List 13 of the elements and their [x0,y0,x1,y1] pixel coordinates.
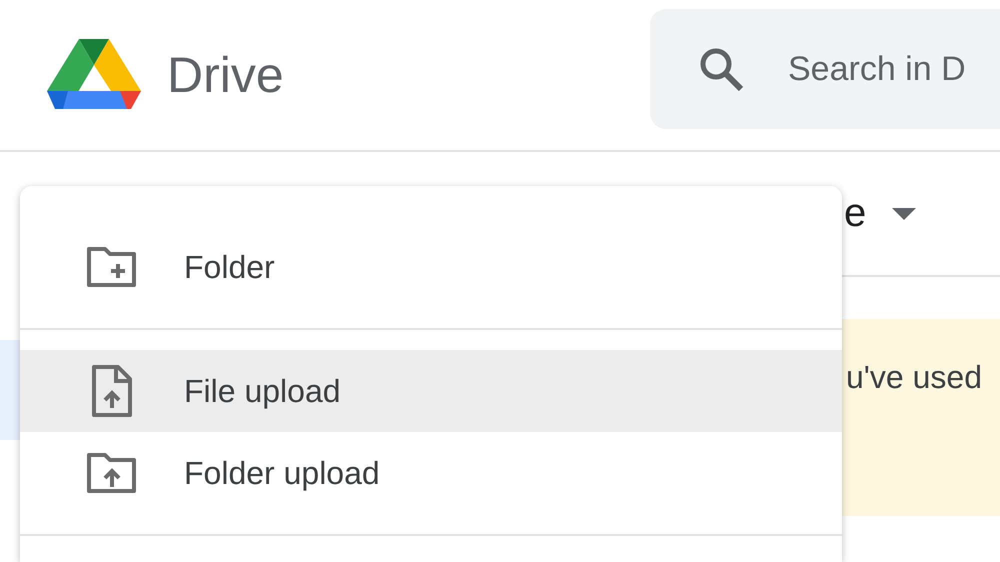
search-icon [698,46,744,92]
caret-icon[interactable] [892,208,916,220]
menu-item[interactable]: Folder [20,226,842,308]
menu-item[interactable]: File upload [20,350,842,432]
file-upload-icon [90,364,134,418]
search-field[interactable]: Search in D [788,50,988,88]
page-title: e [844,191,866,236]
banner-text: u've used [846,359,983,396]
new-folder-icon [86,245,138,289]
menu-item[interactable]: Folder upload [20,432,842,514]
app-name: Drive [167,46,284,104]
folder-upload-icon [86,451,138,495]
drive-logo-icon [47,39,141,111]
